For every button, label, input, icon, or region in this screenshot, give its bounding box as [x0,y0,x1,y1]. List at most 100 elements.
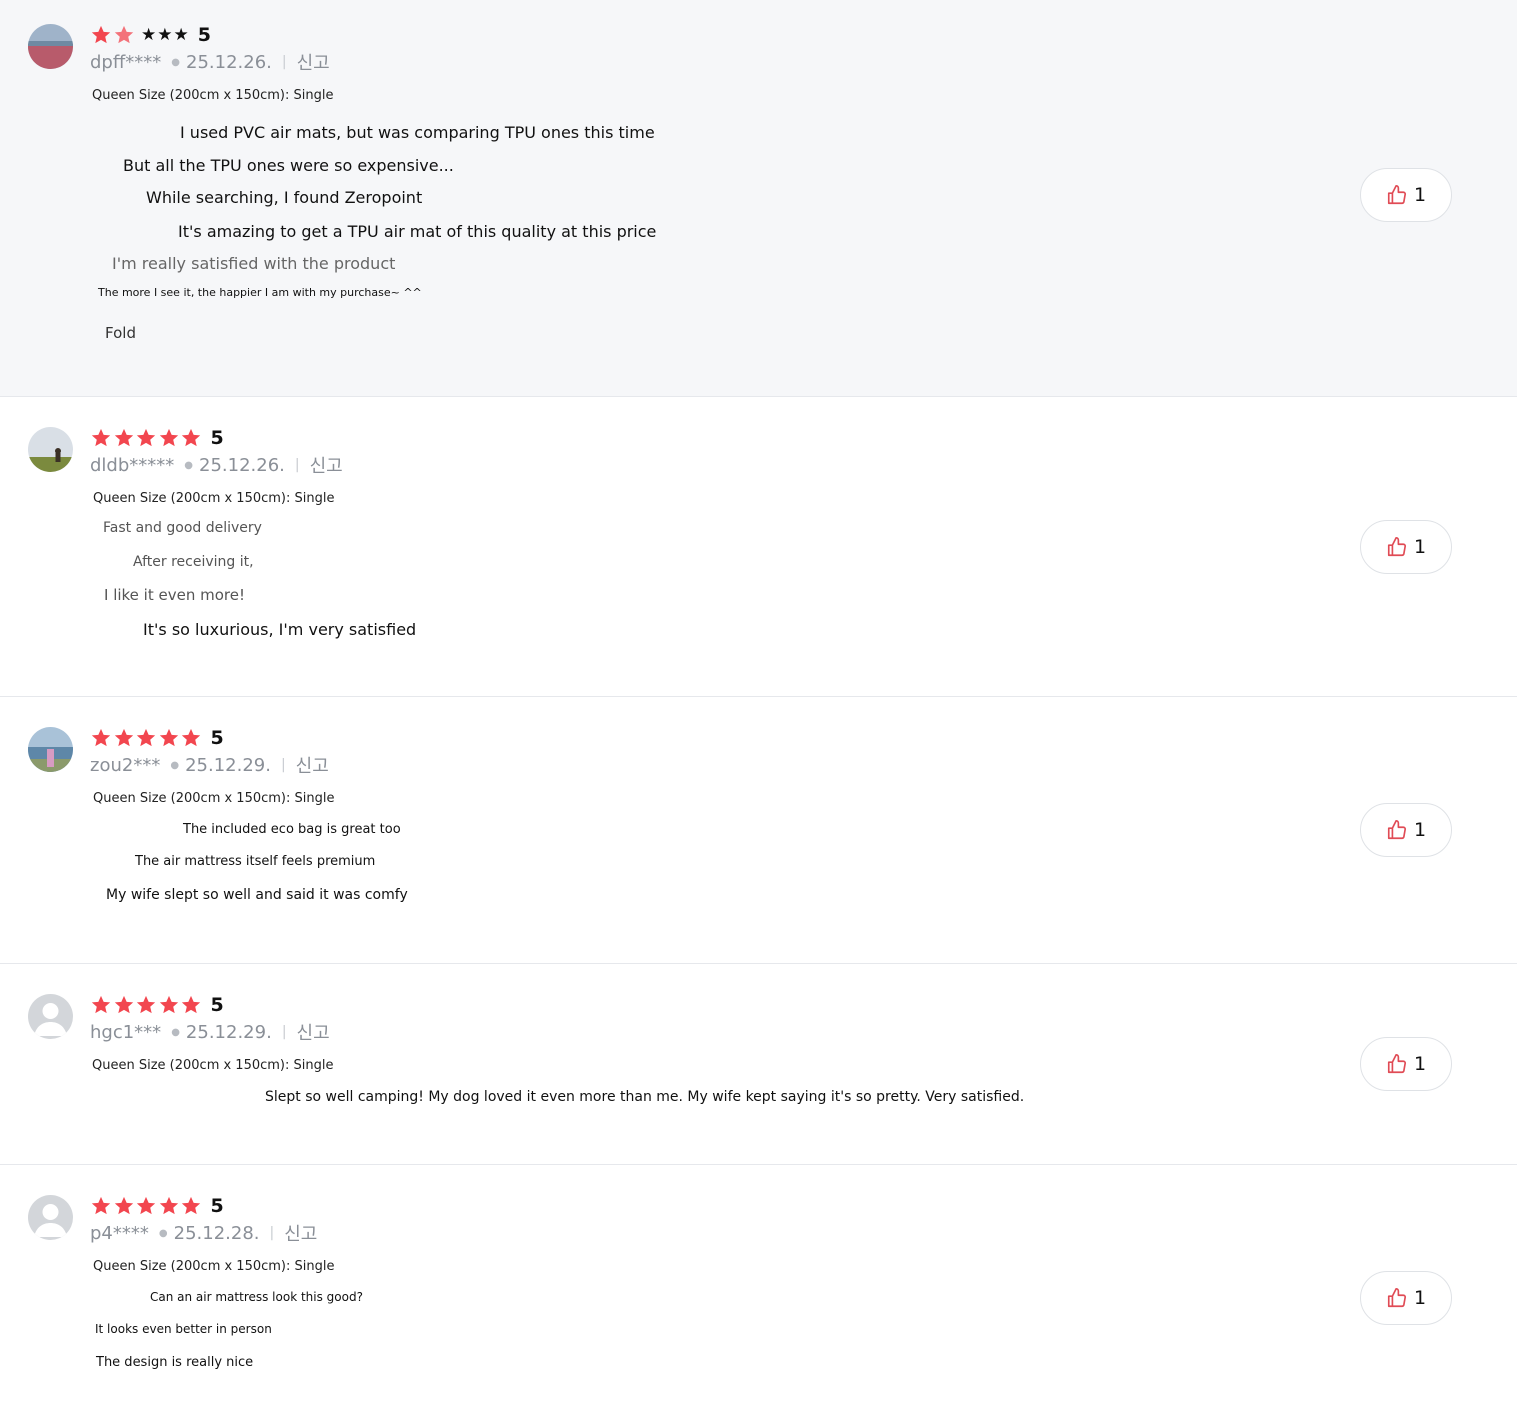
star-icon [136,428,156,447]
rating-row: 5 [90,725,408,751]
thumbs-up-icon [1387,1054,1406,1074]
star-icon [114,1196,133,1215]
star-icon [181,428,201,447]
star-icon [159,428,178,447]
like-count: 1 [1413,1287,1427,1309]
meta-dot: ● [158,1227,168,1239]
meta-divider: | [281,54,287,70]
username: zou2*** [90,754,161,776]
rating-score: 5 [197,24,211,46]
like-button[interactable]: 1 [1360,803,1452,857]
rating-row: ★★★ 5 [90,22,656,48]
review-item: 5 hgc1*** ● 25.12.29. | 신고 Queen Size (2… [0,964,1517,1165]
rating-score: 5 [210,727,224,749]
review-meta: p4**** ● 25.12.28. | 신고 [90,1220,363,1246]
review-body: Can an air mattress look this good? It l… [90,1290,363,1385]
report-link[interactable]: 신고 [284,1220,317,1246]
review-meta: dldb***** ● 25.12.26. | 신고 [90,452,416,478]
like-count: 1 [1413,184,1427,206]
star-icon [181,1196,201,1215]
rating-score: 5 [210,427,224,449]
thumbs-up-icon [1387,185,1406,205]
meta-divider: | [280,757,286,773]
review-date: 25.12.28. [173,1222,260,1244]
like-button[interactable]: 1 [1360,168,1452,222]
review-body: The included eco bag is great too The ai… [90,822,408,919]
review-body: I used PVC air mats, but was comparing T… [90,123,656,320]
review-item: 5 p4**** ● 25.12.28. | 신고 Queen Size (20… [0,1165,1517,1410]
product-option: Queen Size (200cm x 150cm): Single [92,1058,334,1073]
avatar[interactable] [28,727,73,772]
star-icon [159,995,178,1014]
star-icon [114,428,133,447]
star-icon [136,995,156,1014]
meta-dot: ● [170,759,180,771]
review-line: The more I see it, the happier I am with… [98,286,422,299]
review-date: 25.12.29. [185,1021,272,1043]
star-icon [159,1196,178,1215]
star-icon [136,1196,156,1215]
star-icon [91,25,111,44]
thumbs-up-icon [1387,820,1406,840]
like-count: 1 [1413,1053,1427,1075]
avatar[interactable] [28,427,73,472]
review-line: The air mattress itself feels premium [135,854,376,869]
avatar[interactable] [28,994,73,1039]
review-line: My wife slept so well and said it was co… [106,887,408,903]
review-line: It's so luxurious, I'm very satisfied [143,620,417,639]
fold-button[interactable]: Fold [105,324,656,342]
report-link[interactable]: 신고 [310,452,343,478]
review-meta: dpff**** ● 25.12.26. | 신고 [90,49,656,75]
like-button[interactable]: 1 [1360,1271,1452,1325]
review-meta: zou2*** ● 25.12.29. | 신고 [90,752,408,778]
review-body: Fast and good delivery After receiving i… [90,520,416,652]
review-line: After receiving it, [133,554,254,570]
star-icon [181,995,201,1014]
rating-score: 5 [210,994,224,1016]
review-item: 5 zou2*** ● 25.12.29. | 신고 Queen Size (2… [0,697,1517,964]
review-line: It looks even better in person [95,1322,272,1336]
meta-dot: ● [171,1026,180,1038]
review-item: 5 dldb***** ● 25.12.26. | 신고 Queen Size … [0,397,1517,697]
report-link[interactable]: 신고 [296,752,329,778]
review-line: It's amazing to get a TPU air mat of thi… [178,222,657,241]
review-date: 25.12.29. [185,754,271,776]
review-item: ★★★ 5 dpff**** ● 25.12.26. | 신고 Queen Si… [0,0,1517,397]
rating-score: 5 [210,1195,224,1217]
review-line: Can an air mattress look this good? [150,1290,363,1304]
meta-divider: | [294,457,300,473]
review-line: Slept so well camping! My dog loved it e… [265,1089,1025,1105]
star-rating [90,727,203,749]
review-date: 25.12.26. [199,454,285,476]
star-text: ★★★ [141,25,190,45]
review-date: 25.12.26. [186,51,272,73]
star-icon [91,728,111,747]
rating-row: 5 [90,992,1024,1018]
review-line: I'm really satisfied with the product [112,254,396,273]
star-rating [90,427,203,449]
username: dpff**** [90,51,162,73]
report-link[interactable]: 신고 [297,1019,330,1045]
review-line: The included eco bag is great too [183,822,401,837]
avatar[interactable] [28,24,73,69]
rating-row: 5 [90,425,416,451]
product-option: Queen Size (200cm x 150cm): Single [93,1259,335,1274]
star-icon [114,728,133,747]
like-button[interactable]: 1 [1360,1037,1452,1091]
report-link[interactable]: 신고 [297,49,330,75]
product-option: Queen Size (200cm x 150cm): Single [93,791,335,806]
review-meta: hgc1*** ● 25.12.29. | 신고 [90,1019,1024,1045]
star-icon [136,728,156,747]
meta-dot: ● [171,56,180,68]
meta-dot: ● [184,459,194,471]
username: p4**** [90,1222,149,1244]
like-button[interactable]: 1 [1360,520,1452,574]
username: hgc1*** [90,1021,162,1043]
username: dldb***** [90,454,175,476]
star-icon [114,995,133,1014]
avatar[interactable] [28,1195,73,1240]
thumbs-up-icon [1387,537,1406,557]
meta-divider: | [269,1225,275,1241]
star-icon [91,428,111,447]
review-line: Fast and good delivery [103,520,262,536]
